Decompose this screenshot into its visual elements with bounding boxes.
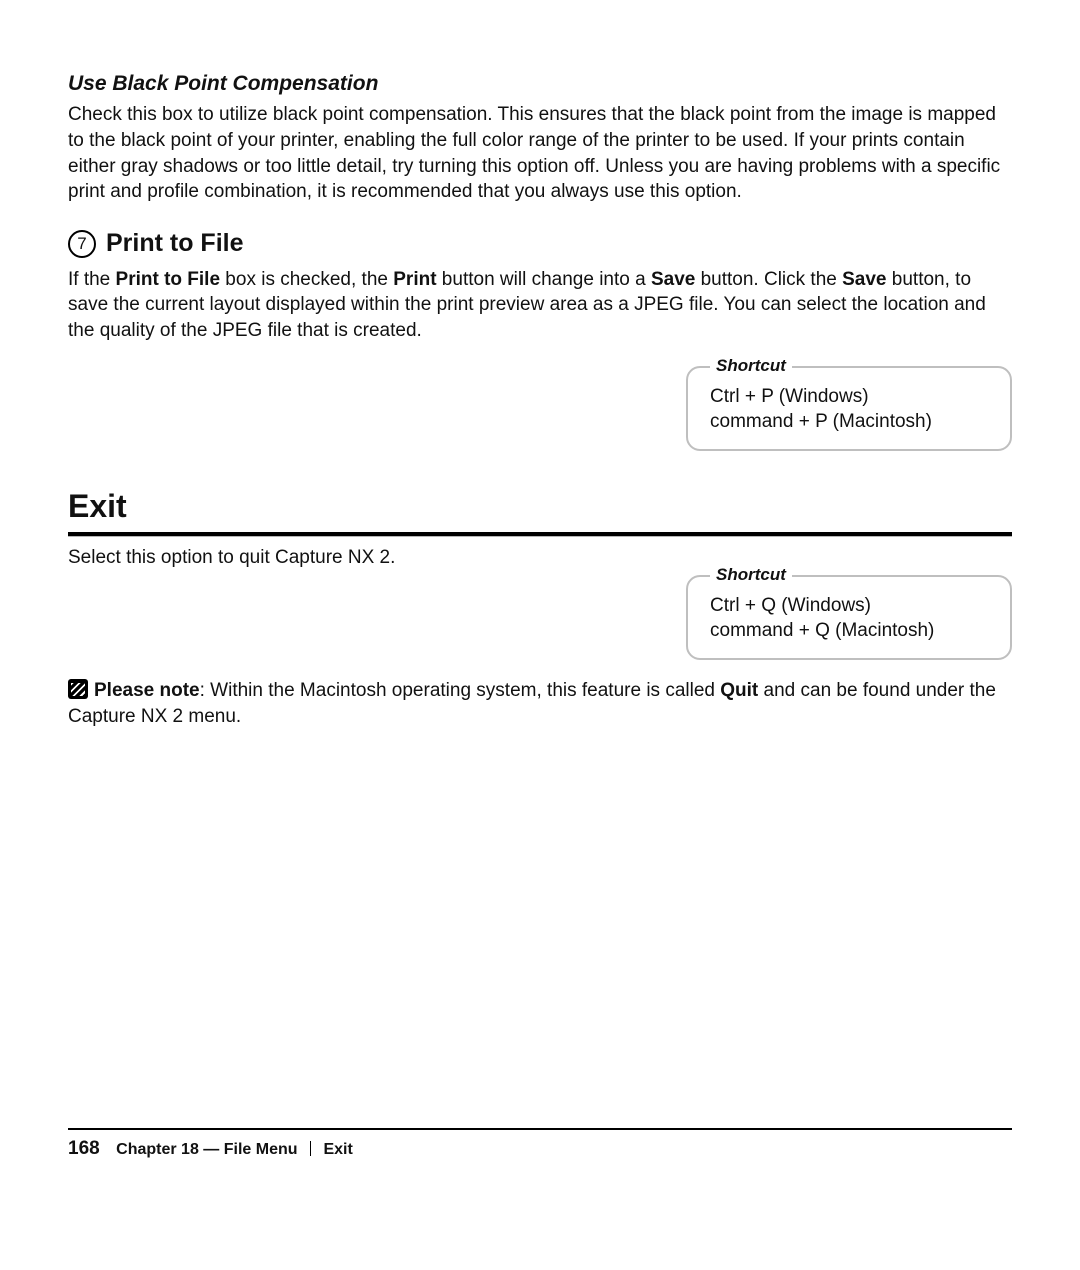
shortcut-box-exit: Shortcut Ctrl + Q (Windows) command + Q …: [686, 575, 1012, 660]
text-fragment: : Within the Macintosh operating system,…: [200, 680, 721, 701]
text-bold: Quit: [720, 680, 758, 701]
heading-print-to-file-text: Print to File: [106, 227, 244, 261]
shortcut-exit-wrap: Shortcut Ctrl + Q (Windows) command + Q …: [68, 575, 1012, 660]
note-icon: [68, 679, 88, 699]
text-bold: Save: [842, 269, 886, 290]
footer-separator-icon: [310, 1141, 311, 1156]
shortcut-box-print: Shortcut Ctrl + P (Windows) command + P …: [686, 366, 1012, 451]
heading-exit: Exit: [68, 485, 1012, 536]
shortcut-line-mac: command + Q (Macintosh): [710, 618, 988, 644]
text-bold: Save: [651, 269, 695, 290]
numbered-badge-icon: 7: [68, 230, 96, 258]
paragraph-please-note: Please note: Within the Macintosh operat…: [68, 678, 1012, 729]
text-fragment: button will change into a: [437, 269, 651, 290]
text-fragment: If the: [68, 269, 116, 290]
text-bold: Print to File: [116, 269, 221, 290]
paragraph-exit: Select this option to quit Capture NX 2.: [68, 545, 1012, 571]
manual-page: Use Black Point Compensation Check this …: [0, 0, 1080, 1270]
text-bold: Print: [393, 269, 436, 290]
page-footer: 168 Chapter 18 — File Menu Exit: [68, 1128, 1012, 1162]
shortcut-line-mac: command + P (Macintosh): [710, 409, 988, 435]
page-number: 168: [68, 1138, 100, 1159]
shortcut-label: Shortcut: [710, 564, 792, 587]
text-fragment: button. Click the: [695, 269, 842, 290]
heading-print-to-file: 7 Print to File: [68, 227, 1012, 261]
shortcut-line-windows: Ctrl + Q (Windows): [710, 593, 988, 619]
footer-chapter: Chapter 18 — File Menu: [116, 1141, 297, 1158]
paragraph-print-to-file: If the Print to File box is checked, the…: [68, 267, 1012, 344]
shortcut-print-wrap: Shortcut Ctrl + P (Windows) command + P …: [68, 366, 1012, 451]
text-fragment: box is checked, the: [220, 269, 393, 290]
paragraph-black-point: Check this box to utilize black point co…: [68, 102, 1012, 205]
footer-section: Exit: [323, 1141, 352, 1158]
shortcut-label: Shortcut: [710, 355, 792, 378]
note-lead: Please note: [94, 680, 200, 701]
subheading-black-point: Use Black Point Compensation: [68, 70, 1012, 98]
divider: [68, 536, 1012, 537]
shortcut-line-windows: Ctrl + P (Windows): [710, 384, 988, 410]
